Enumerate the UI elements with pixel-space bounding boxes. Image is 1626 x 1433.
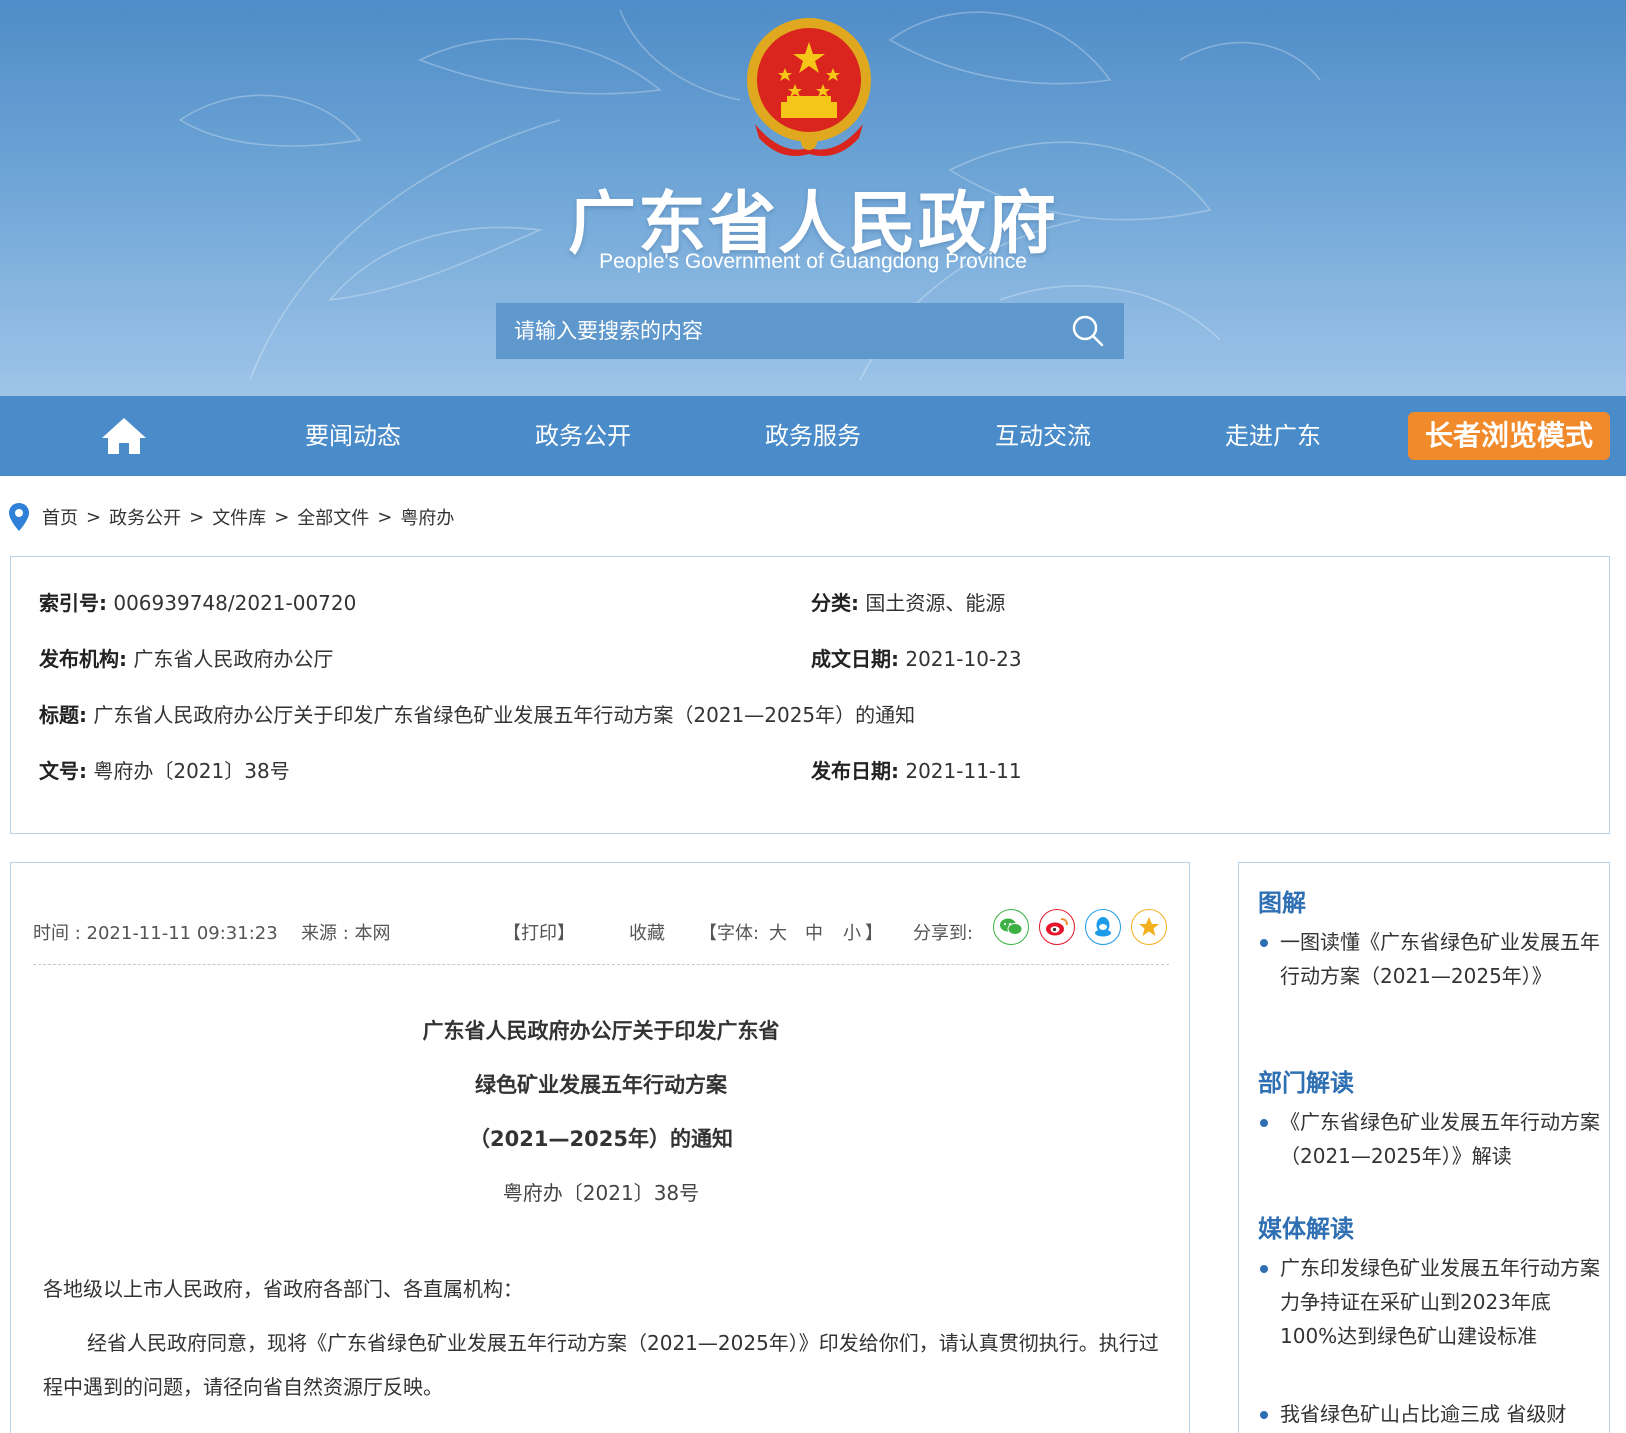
sidebar-heading-department: 部门解读: [1258, 1069, 1354, 1097]
nav-item-services[interactable]: 政务服务: [723, 396, 903, 476]
sidebar-link-infographic[interactable]: 一图读懂《广东省绿色矿业发展五年行动方案（2021—2025年）》: [1258, 925, 1600, 993]
font-small-button[interactable]: 小: [843, 919, 861, 945]
font-large-button[interactable]: 大: [769, 919, 787, 945]
meta-title-label: 标题:: [39, 703, 87, 727]
toolbar-divider: [33, 964, 1169, 965]
qq-icon: [1095, 917, 1111, 937]
article-title-line-3: （2021—2025年）的通知: [469, 1127, 733, 1151]
meta-index: 索引号: 006939748/2021-00720: [39, 587, 356, 616]
meta-publish-date-label: 发布日期:: [811, 759, 899, 783]
breadcrumb-home[interactable]: 首页: [42, 504, 78, 530]
meta-publisher-label: 发布机构:: [39, 647, 127, 671]
breadcrumb-separator: >: [274, 506, 290, 528]
print-button[interactable]: 【打印】: [503, 919, 575, 945]
article-source: 来源 : 本网: [301, 923, 391, 944]
article-title-line-1: 广东省人民政府办公厅关于印发广东省: [422, 1019, 780, 1043]
article-title-line-2: 绿色矿业发展五年行动方案: [475, 1073, 727, 1097]
font-medium-button[interactable]: 中: [805, 919, 823, 945]
elder-mode-button[interactable]: 长者浏览模式: [1408, 412, 1610, 460]
breadcrumb-all-files[interactable]: 全部文件: [297, 504, 369, 530]
font-size-prefix: 【字体:: [699, 923, 760, 944]
sidebar-heading-infographic: 图解: [1258, 889, 1306, 917]
location-pin-icon: [9, 503, 29, 531]
sidebar-link-media-1[interactable]: 广东印发绿色矿业发展五年行动方案 力争持证在采矿山到2023年底100%达到绿色…: [1258, 1251, 1600, 1353]
breadcrumb-separator: >: [86, 506, 102, 528]
search-input[interactable]: [496, 303, 1052, 359]
article-doc-number: 粤府办〔2021〕38号: [502, 1181, 700, 1205]
meta-category-value: 国土资源、能源: [865, 591, 1006, 615]
meta-index-value: 006939748/2021-00720: [113, 591, 357, 615]
meta-index-label: 索引号:: [39, 591, 107, 615]
share-qzone-button[interactable]: [1131, 909, 1167, 945]
meta-title: 标题: 广东省人民政府办公厅关于印发广东省绿色矿业发展五年行动方案（2021—2…: [39, 699, 915, 728]
article-toolbar: 时间 : 2021-11-11 09:31:23 来源 : 本网 【打印】 收藏…: [33, 909, 1169, 953]
meta-category: 分类: 国土资源、能源: [811, 587, 1005, 616]
wechat-icon: [1000, 918, 1023, 935]
meta-publisher-value: 广东省人民政府办公厅: [133, 647, 334, 671]
publish-time: 时间 : 2021-11-11 09:31:23: [33, 923, 278, 944]
nav-item-gov-affairs[interactable]: 政务公开: [493, 396, 673, 476]
header-banner: 广东省人民政府 People's Government of Guangdong…: [0, 0, 1626, 396]
document-meta-box: 索引号: 006939748/2021-00720 分类: 国土资源、能源 发布…: [10, 556, 1610, 834]
meta-doc-no-value: 粤府办〔2021〕38号: [93, 759, 290, 783]
meta-publish-date: 发布日期: 2021-11-11: [811, 755, 1022, 784]
font-size-suffix: 】: [865, 923, 883, 944]
meta-title-value: 广东省人民政府办公厅关于印发广东省绿色矿业发展五年行动方案（2021—2025年…: [93, 703, 916, 727]
share-label: 分享到:: [913, 923, 974, 944]
breadcrumb-file-library[interactable]: 文件库: [212, 504, 266, 530]
breadcrumb: 首页 > 政务公开 > 文件库 > 全部文件 > 粤府办: [8, 500, 454, 534]
breadcrumb-gov-affairs[interactable]: 政务公开: [109, 504, 181, 530]
meta-category-label: 分类:: [811, 591, 859, 615]
nav-item-news[interactable]: 要闻动态: [263, 396, 443, 476]
sidebar-link-department[interactable]: 《广东省绿色矿业发展五年行动方案（2021—2025年）》解读: [1258, 1105, 1600, 1173]
qzone-icon: [1139, 917, 1159, 936]
meta-doc-no-label: 文号:: [39, 759, 87, 783]
nav-home-button[interactable]: [98, 416, 150, 456]
search-box: [496, 303, 1124, 359]
sidebar-link-media-2[interactable]: 我省绿色矿山占比逾三成 省级财: [1258, 1397, 1600, 1431]
national-emblem-icon: [747, 18, 871, 156]
home-icon: [102, 418, 146, 454]
weibo-icon: [1046, 918, 1068, 936]
search-icon: [1072, 315, 1104, 347]
share-wechat-button[interactable]: [993, 909, 1029, 945]
favorite-button[interactable]: 收藏: [629, 919, 665, 945]
search-button[interactable]: [1052, 303, 1124, 359]
share-qq-button[interactable]: [1085, 909, 1121, 945]
article-body-paragraph: 经省人民政府同意，现将《广东省绿色矿业发展五年行动方案（2021—2025年）》…: [43, 1331, 1159, 1399]
meta-publisher: 发布机构: 广东省人民政府办公厅: [39, 643, 333, 672]
nav-item-interaction[interactable]: 互动交流: [953, 396, 1133, 476]
breadcrumb-separator: >: [377, 506, 393, 528]
meta-doc-no: 文号: 粤府办〔2021〕38号: [39, 755, 290, 784]
breadcrumb-current[interactable]: 粤府办: [400, 504, 454, 530]
meta-publish-date-value: 2021-11-11: [905, 759, 1022, 783]
site-subtitle: People's Government of Guangdong Provinc…: [599, 250, 1027, 273]
meta-written-date: 成文日期: 2021-10-23: [811, 643, 1022, 672]
interpretation-sidebar: 图解 一图读懂《广东省绿色矿业发展五年行动方案（2021—2025年）》 部门解…: [1238, 862, 1610, 1433]
breadcrumb-separator: >: [189, 506, 205, 528]
article-panel: 时间 : 2021-11-11 09:31:23 来源 : 本网 【打印】 收藏…: [10, 862, 1190, 1433]
meta-written-date-label: 成文日期:: [811, 647, 899, 671]
nav-item-about-guangdong[interactable]: 走进广东: [1183, 396, 1363, 476]
sidebar-heading-media: 媒体解读: [1258, 1215, 1354, 1243]
share-weibo-button[interactable]: [1039, 909, 1075, 945]
main-nav: 要闻动态 政务公开 政务服务 互动交流 走进广东 长者浏览模式: [0, 396, 1626, 476]
meta-written-date-value: 2021-10-23: [905, 647, 1022, 671]
article-salutation: 各地级以上市人民政府，省政府各部门、各直属机构：: [43, 1277, 523, 1301]
